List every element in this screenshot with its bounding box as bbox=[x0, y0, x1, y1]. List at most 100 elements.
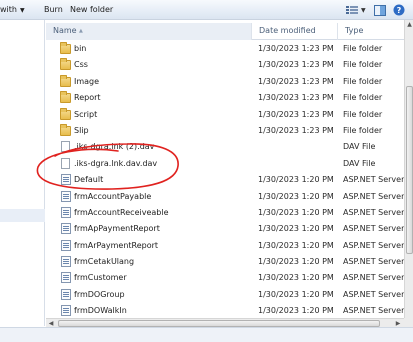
preview-pane-icon bbox=[374, 4, 386, 16]
file-name: frmCetakUlang bbox=[74, 257, 135, 267]
aspx-page-icon bbox=[61, 239, 71, 251]
horizontal-scrollbar[interactable]: ◀ ▶ bbox=[46, 318, 404, 327]
folder-icon bbox=[60, 123, 71, 136]
file-type: File folder bbox=[343, 76, 383, 86]
file-name: Report bbox=[74, 93, 101, 103]
folder-icon bbox=[60, 107, 71, 120]
file-date-modified: 1/30/2023 1:23 PM bbox=[258, 109, 334, 119]
file-name: frmApPaymentReport bbox=[74, 224, 160, 234]
scroll-up-arrow-icon[interactable]: ▲ bbox=[406, 20, 413, 29]
change-view-button[interactable]: ▼ bbox=[346, 3, 366, 17]
file-date-modified: 1/30/2023 1:20 PM bbox=[258, 240, 334, 250]
file-date-modified: 1/30/2023 1:20 PM bbox=[258, 207, 334, 217]
file-row[interactable]: frmAccountReceiveable 1/30/2023 1:20 PM … bbox=[46, 205, 404, 221]
file-date-modified: 1/30/2023 1:20 PM bbox=[258, 289, 334, 299]
file-date-modified: 1/30/2023 1:20 PM bbox=[258, 257, 334, 267]
file-date-modified: 1/30/2023 1:23 PM bbox=[258, 60, 334, 70]
file-list-view: Name ▲ Date modified Type bin 1/30/2023 … bbox=[46, 20, 404, 318]
column-header-name-label: Name bbox=[53, 26, 77, 35]
vertical-scrollbar[interactable]: ▲ bbox=[404, 20, 413, 318]
file-name: Slip bbox=[74, 125, 89, 135]
file-type: ASP.NET Server bbox=[343, 273, 404, 283]
file-date-modified: 1/30/2023 1:20 PM bbox=[258, 224, 334, 234]
file-date-modified: 1/30/2023 1:23 PM bbox=[258, 93, 334, 103]
file-type: ASP.NET Server bbox=[343, 306, 404, 316]
file-rows: bin 1/30/2023 1:23 PM File folder Css 1/… bbox=[46, 41, 404, 318]
file-row[interactable]: .iks-dgra.lnk.dav.dav DAV File bbox=[46, 156, 404, 172]
file-type: File folder bbox=[343, 109, 383, 119]
folder-icon bbox=[60, 58, 71, 71]
file-row[interactable]: Script 1/30/2023 1:23 PM File folder bbox=[46, 107, 404, 123]
file-type: ASP.NET Server bbox=[343, 207, 404, 217]
file-date-modified: 1/30/2023 1:23 PM bbox=[258, 125, 334, 135]
file-name: .iks-dgra.lnk (2).dav bbox=[74, 142, 155, 152]
file-name: Script bbox=[74, 109, 98, 119]
svg-text:?: ? bbox=[397, 6, 402, 15]
file-icon bbox=[61, 157, 70, 169]
aspx-page-icon bbox=[61, 272, 71, 284]
file-type: DAV File bbox=[343, 142, 376, 152]
navigation-pane[interactable] bbox=[0, 20, 45, 326]
sort-ascending-icon: ▲ bbox=[79, 28, 83, 34]
file-row[interactable]: Report 1/30/2023 1:23 PM File folder bbox=[46, 90, 404, 106]
file-type: ASP.NET Server bbox=[343, 240, 404, 250]
file-date-modified: 1/30/2023 1:23 PM bbox=[258, 76, 334, 86]
share-with-label: with bbox=[0, 5, 17, 14]
file-row[interactable]: Image 1/30/2023 1:23 PM File folder bbox=[46, 74, 404, 90]
file-row[interactable]: Slip 1/30/2023 1:23 PM File folder bbox=[46, 123, 404, 139]
help-button[interactable]: ? bbox=[393, 3, 405, 17]
file-name: frmArPaymentReport bbox=[74, 240, 159, 250]
file-name: frmCustomer bbox=[74, 273, 127, 283]
column-header-date-modified[interactable]: Date modified bbox=[252, 23, 338, 40]
file-icon bbox=[61, 141, 70, 153]
aspx-page-icon bbox=[61, 288, 71, 300]
aspx-page-icon bbox=[61, 305, 71, 317]
file-name: frmDOWalkIn bbox=[74, 306, 127, 316]
file-type: ASP.NET Server bbox=[343, 257, 404, 267]
column-header-type[interactable]: Type bbox=[338, 23, 404, 40]
column-header-name[interactable]: Name ▲ bbox=[46, 23, 252, 40]
file-row[interactable]: frmArPaymentReport 1/30/2023 1:20 PM ASP… bbox=[46, 238, 404, 254]
file-name: bin bbox=[74, 44, 87, 53]
file-name: Css bbox=[74, 60, 88, 70]
file-row[interactable]: frmCetakUlang 1/30/2023 1:20 PM ASP.NET … bbox=[46, 254, 404, 270]
file-row[interactable]: frmCustomer 1/30/2023 1:20 PM ASP.NET Se… bbox=[46, 270, 404, 286]
navigation-selected-item[interactable] bbox=[0, 209, 45, 222]
command-toolbar: with ▼ Burn New folder ▼ ? bbox=[0, 0, 413, 20]
file-row[interactable]: frmApPaymentReport 1/30/2023 1:20 PM ASP… bbox=[46, 221, 404, 237]
details-pane bbox=[0, 327, 413, 342]
file-name: Default bbox=[74, 175, 104, 185]
file-date-modified: 1/30/2023 1:20 PM bbox=[258, 273, 334, 283]
folder-icon bbox=[60, 91, 71, 104]
file-row[interactable]: frmDOGroup 1/30/2023 1:20 PM ASP.NET Ser… bbox=[46, 287, 404, 303]
file-date-modified: 1/30/2023 1:20 PM bbox=[258, 175, 334, 185]
vertical-scroll-thumb[interactable] bbox=[406, 86, 413, 254]
chevron-down-icon: ▼ bbox=[19, 7, 25, 14]
burn-button[interactable]: Burn bbox=[44, 5, 63, 14]
file-type: ASP.NET Server bbox=[343, 224, 404, 234]
file-type: File folder bbox=[343, 60, 383, 70]
share-with-menu[interactable]: with ▼ bbox=[0, 5, 25, 14]
file-type: File folder bbox=[343, 93, 383, 103]
folder-icon bbox=[60, 74, 71, 87]
file-type: ASP.NET Server bbox=[343, 191, 404, 201]
file-name: .iks-dgra.lnk.dav.dav bbox=[74, 158, 158, 168]
file-row[interactable]: Css 1/30/2023 1:23 PM File folder bbox=[46, 57, 404, 73]
help-icon: ? bbox=[393, 4, 405, 16]
horizontal-scroll-thumb[interactable] bbox=[58, 320, 380, 327]
aspx-page-icon bbox=[61, 174, 71, 186]
preview-pane-button[interactable] bbox=[374, 3, 386, 17]
file-row[interactable]: frmAccountPayable 1/30/2023 1:20 PM ASP.… bbox=[46, 189, 404, 205]
file-date-modified: 1/30/2023 1:20 PM bbox=[258, 306, 334, 316]
folder-icon bbox=[60, 42, 71, 54]
aspx-page-icon bbox=[61, 190, 71, 202]
view-options-chevron-icon[interactable]: ▼ bbox=[361, 7, 366, 14]
aspx-page-icon bbox=[61, 206, 71, 218]
file-row[interactable]: .iks-dgra.lnk (2).dav DAV File bbox=[46, 139, 404, 155]
new-folder-button[interactable]: New folder bbox=[70, 5, 113, 14]
file-name: frmDOGroup bbox=[74, 289, 125, 299]
file-row[interactable]: Default 1/30/2023 1:20 PM ASP.NET Server bbox=[46, 172, 404, 188]
file-name: frmAccountReceiveable bbox=[74, 207, 169, 217]
file-row[interactable]: frmDOWalkIn 1/30/2023 1:20 PM ASP.NET Se… bbox=[46, 303, 404, 318]
file-row[interactable]: bin 1/30/2023 1:23 PM File folder bbox=[46, 41, 404, 57]
